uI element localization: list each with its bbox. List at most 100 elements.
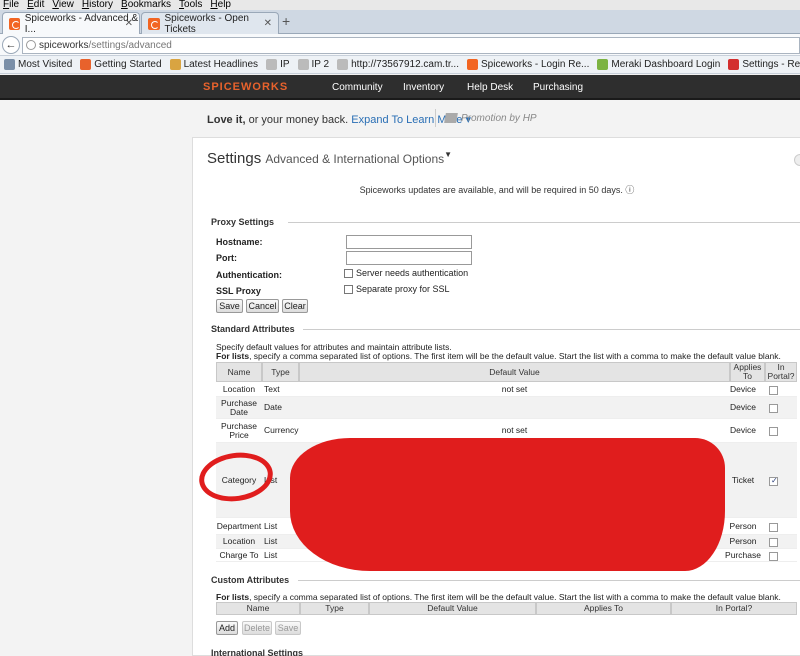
url-bar[interactable]: spiceworks/settings/advanced	[22, 37, 800, 54]
bookmark-item[interactable]: http://73567912.cam.tr...	[337, 59, 459, 70]
custom-save-button[interactable]: Save	[275, 621, 301, 635]
chevron-down-icon[interactable]: ▼	[444, 150, 452, 159]
port-input[interactable]	[346, 251, 472, 265]
col-name[interactable]: Name	[216, 362, 262, 382]
row-name: Location	[222, 384, 256, 394]
row-type: Date	[264, 402, 282, 412]
hostname-input[interactable]	[346, 235, 472, 249]
row-name: Location	[222, 536, 256, 546]
close-icon[interactable]: ✕	[125, 18, 133, 29]
page-icon	[266, 59, 278, 70]
desc-rest: , specify a comma separated list of opti…	[249, 592, 781, 602]
menu-history[interactable]: History	[82, 0, 113, 10]
custom-col-name[interactable]: Name	[216, 602, 300, 615]
bookmark-item[interactable]: IP 2	[297, 59, 330, 70]
page-title-text: Settings	[207, 150, 262, 167]
ssl-checkbox[interactable]	[344, 285, 353, 294]
portal-checkbox[interactable]	[769, 476, 778, 486]
update-notice: Spiceworks updates are available, and wi…	[359, 185, 635, 195]
row-applies-to: Person	[729, 521, 757, 531]
spiceworks-logo[interactable]: SPICEWORKS	[203, 81, 288, 93]
standard-list-desc: For lists, specify a comma separated lis…	[216, 351, 781, 361]
bookmark-item[interactable]: IP	[266, 59, 290, 70]
folder-icon	[169, 59, 181, 70]
tab-bar: Spiceworks - Advanced & I... ✕ Spicework…	[0, 10, 800, 35]
ssl-proxy-label: SSL Proxy	[216, 286, 261, 296]
row-applies-to: Device	[730, 384, 756, 394]
back-button[interactable]: ←	[2, 36, 20, 54]
bookmark-label: Meraki Dashboard Login	[611, 59, 721, 70]
star-icon	[4, 59, 15, 70]
nav-purchasing[interactable]: Purchasing	[533, 82, 583, 93]
bookmark-label: http://73567912.cam.tr...	[351, 59, 459, 70]
bookmark-label: IP 2	[311, 59, 330, 70]
portal-checkbox[interactable]	[769, 523, 778, 532]
auth-checkbox[interactable]	[344, 269, 353, 278]
promo-sponsor: Promotion by HP	[444, 113, 537, 124]
portal-checkbox[interactable]	[769, 386, 778, 395]
spiceworks-icon	[9, 17, 20, 30]
custom-col-default-value[interactable]: Default Value	[369, 602, 536, 615]
portal-checkbox[interactable]	[769, 552, 778, 561]
url-path: /settings/advanced	[88, 40, 172, 51]
section-divider	[288, 222, 800, 223]
proxy-save-button[interactable]: Save	[216, 299, 243, 313]
tab-spiceworks-advanced[interactable]: Spiceworks - Advanced & I... ✕	[2, 12, 140, 35]
spiceworks-icon	[466, 59, 478, 70]
rfd-icon	[728, 59, 740, 70]
port-label: Port:	[216, 253, 237, 263]
custom-delete-button[interactable]: Delete	[242, 621, 272, 635]
settings-panel: Settings Advanced & International Option…	[192, 137, 800, 656]
menu-file[interactable]: File	[3, 0, 19, 10]
bookmark-label: Getting Started	[94, 59, 162, 70]
nav-community[interactable]: Community	[332, 82, 383, 93]
help-circle-icon[interactable]	[794, 154, 800, 166]
auth-checkbox-label: Server needs authentication	[356, 268, 469, 278]
navigation-bar: ← spiceworks/settings/advanced	[0, 34, 800, 56]
menu-edit[interactable]: Edit	[27, 0, 44, 10]
row-default-value: not set	[501, 425, 528, 435]
close-icon[interactable]: ✕	[264, 18, 272, 29]
bookmark-item[interactable]: Spiceworks - Login Re...	[466, 59, 589, 70]
col-in-portal[interactable]: In Portal?	[765, 362, 797, 382]
page-subtitle[interactable]: Advanced & International Options	[265, 152, 444, 166]
url-host: spiceworks	[39, 40, 89, 51]
bookmark-label: IP	[280, 59, 290, 70]
bookmark-item[interactable]: Meraki Dashboard Login	[597, 59, 720, 70]
row-name: Purchase Date	[221, 398, 257, 417]
row-type: Text	[264, 384, 280, 394]
custom-col-type[interactable]: Type	[300, 602, 369, 615]
table-row[interactable]: Location Text not set Device	[216, 382, 797, 397]
bookmark-item[interactable]: Settings - RedFlagDeal...	[728, 59, 800, 70]
bookmark-item[interactable]: Getting Started	[80, 59, 162, 70]
nav-help-desk[interactable]: Help Desk	[467, 82, 513, 93]
menu-help[interactable]: Help	[210, 0, 231, 10]
tab-spiceworks-tickets[interactable]: Spiceworks - Open Tickets ✕	[141, 12, 279, 35]
menu-tools[interactable]: Tools	[179, 0, 202, 10]
table-row[interactable]: Purchase Date Date Device	[216, 397, 797, 419]
menu-bookmarks[interactable]: Bookmarks	[121, 0, 171, 10]
col-type[interactable]: Type	[262, 362, 299, 382]
bookmark-item[interactable]: Most Visited	[4, 59, 72, 70]
col-applies-to[interactable]: Applies To	[730, 362, 765, 382]
custom-col-in-portal[interactable]: In Portal?	[671, 602, 797, 615]
portal-checkbox[interactable]	[769, 427, 778, 436]
menu-bar: File Edit View History Bookmarks Tools H…	[0, 0, 800, 10]
custom-add-button[interactable]: Add	[216, 621, 238, 635]
proxy-cancel-button[interactable]: Cancel	[246, 299, 279, 313]
proxy-clear-button[interactable]: Clear	[282, 299, 308, 313]
bookmark-label: Most Visited	[18, 59, 73, 70]
bookmark-item[interactable]: Latest Headlines	[169, 59, 259, 70]
col-default-value[interactable]: Default Value	[299, 362, 730, 382]
bookmark-label: Latest Headlines	[183, 59, 259, 70]
portal-checkbox[interactable]	[769, 404, 778, 413]
row-default-value: not set	[501, 384, 528, 394]
tab-label: Spiceworks - Advanced & I...	[24, 12, 139, 35]
portal-checkbox[interactable]	[769, 538, 778, 547]
new-tab-button[interactable]: +	[282, 13, 290, 29]
desc-rest: , specify a comma separated list of opti…	[249, 351, 781, 361]
menu-view[interactable]: View	[52, 0, 74, 10]
promo-divider	[435, 109, 436, 127]
custom-col-applies-to[interactable]: Applies To	[536, 602, 671, 615]
nav-inventory[interactable]: Inventory	[403, 82, 444, 93]
